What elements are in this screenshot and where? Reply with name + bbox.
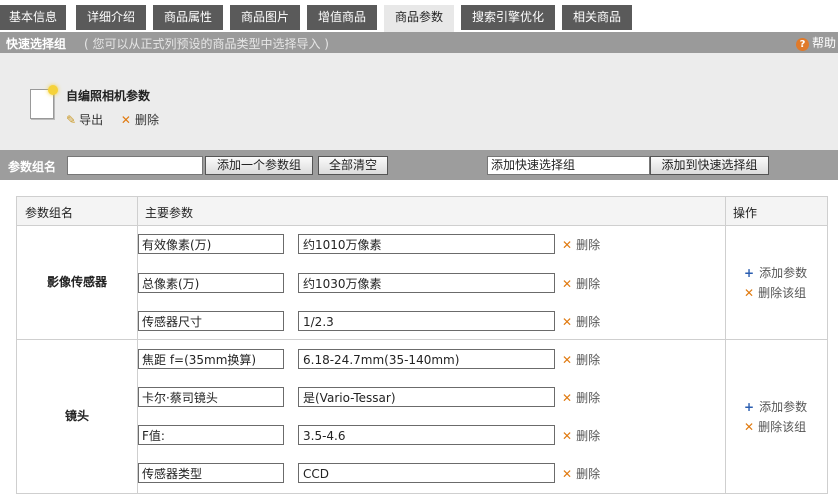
delete-label: 删除 [576,429,601,443]
tab-details[interactable]: 详细介绍 [76,5,146,30]
header-group-name: 参数组名 [25,206,74,220]
delete-icon: ✕ [120,113,131,127]
param-value-input[interactable]: 6.18-24.7mm(35-140mm) [298,349,555,369]
param-name-input[interactable]: 传感器类型 [138,463,284,483]
add-param-label: 添加参数 [759,400,808,414]
delete-param-button[interactable]: ✕ 删除 [562,465,600,482]
clear-all-button[interactable]: 全部清空 [318,156,388,175]
delete-param-button[interactable]: ✕ 删除 [562,351,600,368]
delete-param-button[interactable]: ✕ 删除 [562,313,600,330]
delete-label: 删除 [134,113,159,127]
delete-icon: ✕ [562,467,573,481]
delete-param-button[interactable]: ✕ 删除 [562,275,600,292]
export-button[interactable]: ✎ 导出 [66,113,103,127]
quick-group-input[interactable]: 添加快速选择组 [487,156,650,175]
quick-select-header: 快速选择组 ( 您可以从正式列预设的商品类型中选择导入 ) ? 帮助 [0,32,838,53]
delete-label: 删除 [576,467,601,481]
tab-product-params[interactable]: 商品参数 [384,5,454,32]
delete-icon: ✕ [744,420,755,434]
delete-param-button[interactable]: ✕ 删除 [562,389,600,406]
delete-group-label: 删除该组 [758,286,807,300]
add-param-button[interactable]: + 添加参数 [744,397,807,417]
delete-label: 删除 [576,277,601,291]
group-name-input[interactable] [67,156,203,175]
quick-select-title: 快速选择组 [6,37,67,51]
param-value-input[interactable]: 约1010万像素 [298,234,555,254]
add-param-button[interactable]: + 添加参数 [744,263,807,283]
params-table: 参数组名 主要参数 操作 影像传感器 有效像素(万) 约1010万像素 ✕ 删除 … [16,196,828,494]
delete-group-button[interactable]: ✕ 删除该组 [744,283,807,303]
preset-actions: ✎ 导出 ✕ 删除 [66,111,173,128]
tab-related-products[interactable]: 相关商品 [562,5,632,30]
delete-preset-button[interactable]: ✕ 删除 [121,113,159,127]
add-group-button[interactable]: 添加一个参数组 [205,156,313,175]
param-value-input[interactable]: 约1030万像素 [298,273,555,293]
param-value-input[interactable]: 3.5-4.6 [298,425,555,445]
delete-label: 删除 [576,315,601,329]
delete-group-label: 删除该组 [758,420,807,434]
delete-param-button[interactable]: ✕ 删除 [562,427,600,444]
param-value-input[interactable]: 是(Vario-Tessar) [298,387,555,407]
delete-icon: ✕ [562,353,573,367]
param-name-input[interactable]: 有效像素(万) [138,234,284,254]
group-name-label: 参数组名 [8,160,57,174]
row-divider [17,339,827,340]
delete-icon: ✕ [562,277,573,291]
param-value-input[interactable]: CCD [298,463,555,483]
table-header [17,197,827,226]
param-name-input[interactable]: 焦距 f=(35mm换算) [138,349,284,369]
tab-bar: 基本信息 详细介绍 商品属性 商品图片 增值商品 商品参数 搜索引擎优化 相关商… [0,0,838,32]
tab-product-attributes[interactable]: 商品属性 [153,5,223,30]
help-icon: ? [796,38,809,51]
delete-icon: ✕ [562,238,573,252]
add-to-quick-group-button[interactable]: 添加到快速选择组 [650,156,769,175]
group-name-cell: 影像传感器 [46,275,107,289]
header-main-params: 主要参数 [145,206,194,220]
document-icon [30,85,58,119]
param-name-input[interactable]: 总像素(万) [138,273,284,293]
group-name-bar: 参数组名 添加一个参数组 全部清空 添加快速选择组 添加到快速选择组 [0,150,838,180]
tab-value-added[interactable]: 增值商品 [307,5,377,30]
param-name-input[interactable]: 卡尔·蔡司镜头 [138,387,284,407]
delete-group-button[interactable]: ✕ 删除该组 [744,417,807,437]
add-param-label: 添加参数 [759,266,808,280]
plus-icon: + [744,266,755,280]
group-operations: + 添加参数 ✕ 删除该组 [744,263,807,303]
param-name-input[interactable]: 传感器尺寸 [138,311,284,331]
delete-label: 删除 [576,353,601,367]
header-operations: 操作 [733,206,758,220]
tab-seo[interactable]: 搜索引擎优化 [461,5,555,30]
help-link[interactable]: ? 帮助 [796,34,836,51]
delete-param-button[interactable]: ✕ 删除 [562,236,600,253]
quick-select-panel: 自编照相机参数 ✎ 导出 ✕ 删除 [0,53,838,150]
delete-icon: ✕ [744,286,755,300]
delete-icon: ✕ [562,315,573,329]
quick-select-hint: ( 您可以从正式列预设的商品类型中选择导入 ) [84,37,329,51]
group-name-cell: 镜头 [64,409,89,423]
param-value-input[interactable]: 1/2.3 [298,311,555,331]
delete-label: 删除 [576,238,601,252]
tab-basic-info[interactable]: 基本信息 [0,5,66,30]
export-label: 导出 [79,113,104,127]
pencil-icon: ✎ [66,113,77,127]
param-name-input[interactable]: F值: [138,425,284,445]
delete-icon: ✕ [562,429,573,443]
preset-name[interactable]: 自编照相机参数 [66,87,150,104]
group-operations: + 添加参数 ✕ 删除该组 [744,397,807,437]
delete-label: 删除 [576,391,601,405]
tab-product-images[interactable]: 商品图片 [230,5,300,30]
plus-icon: + [744,400,755,414]
delete-icon: ✕ [562,391,573,405]
column-divider [725,197,726,493]
help-label: 帮助 [812,36,837,50]
